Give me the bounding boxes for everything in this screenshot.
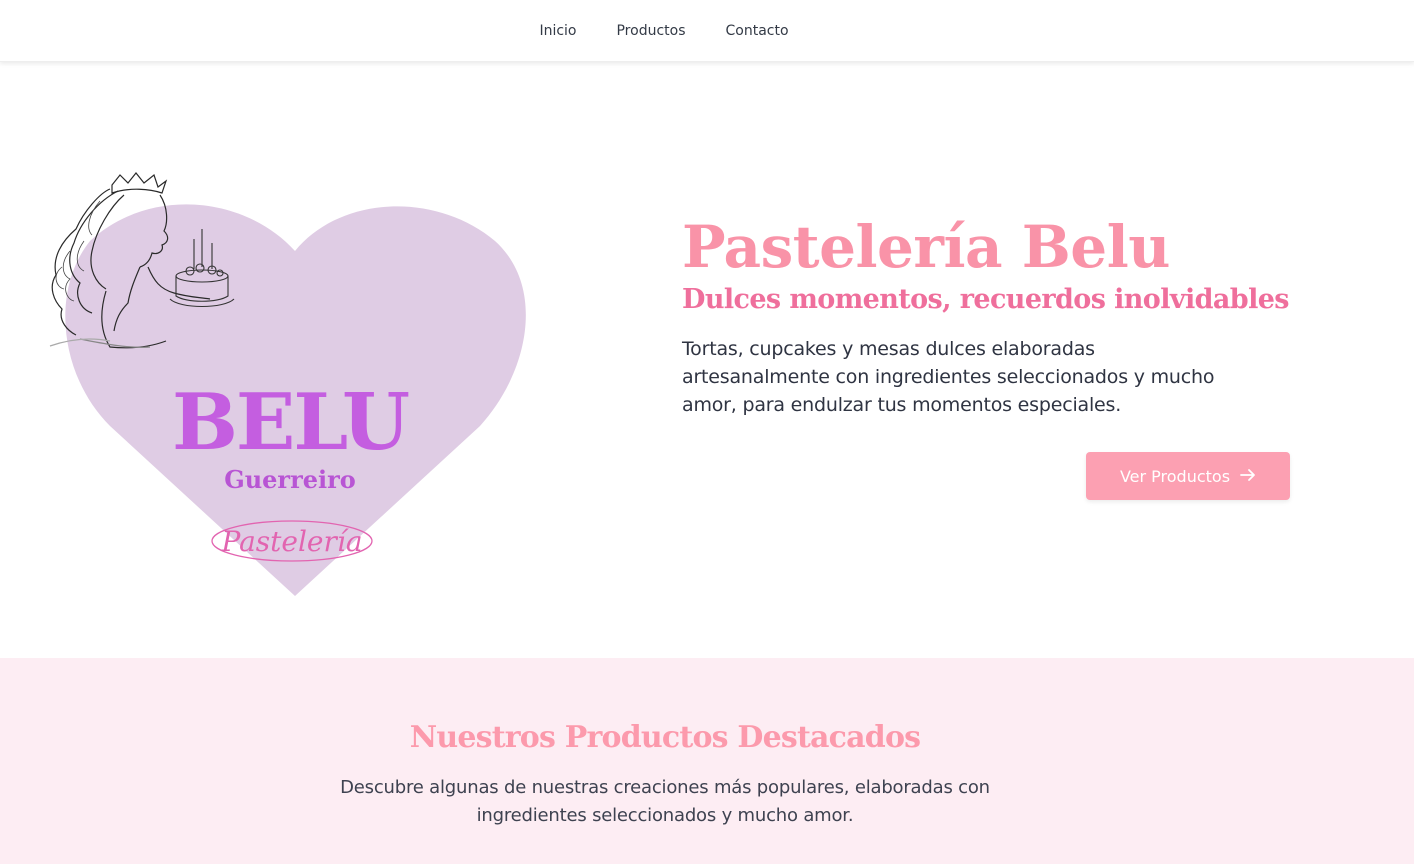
nav-links: Inicio Productos Contacto [539,23,788,39]
brand-logo: BELU Guerreiro Pastelería [40,171,530,601]
hero-description: Tortas, cupcakes y mesas dulces elaborad… [682,337,1215,416]
hero-text-block: Pastelería Belu Dulces momentos, recuerd… [682,213,1302,419]
nav-link-productos[interactable]: Productos [616,23,685,39]
logo-name: BELU [172,377,409,468]
featured-products-section: Nuestros Productos Destacados Descubre a… [0,658,1414,864]
logo-tag: Pastelería [220,525,362,558]
top-navigation: Inicio Productos Contacto [0,0,1414,62]
hero-title: Pastelería Belu [682,213,1170,281]
view-products-label: Ver Productos [1119,466,1231,486]
logo-surname: Guerreiro [224,465,356,494]
featured-description: Descubre algunas de nuestras creaciones … [340,777,990,826]
featured-title: Nuestros Productos Destacados [409,720,921,755]
hero-subtitle: Dulces momentos, recuerdos inolvidables [682,283,1290,315]
arrow-right-icon [1240,466,1256,487]
hero-section: BELU Guerreiro Pastelería Pastelería Bel… [0,63,1414,658]
nav-link-contacto[interactable]: Contacto [726,23,789,39]
nav-link-inicio[interactable]: Inicio [539,23,576,39]
view-products-button[interactable]: Ver Productos [1086,452,1290,500]
